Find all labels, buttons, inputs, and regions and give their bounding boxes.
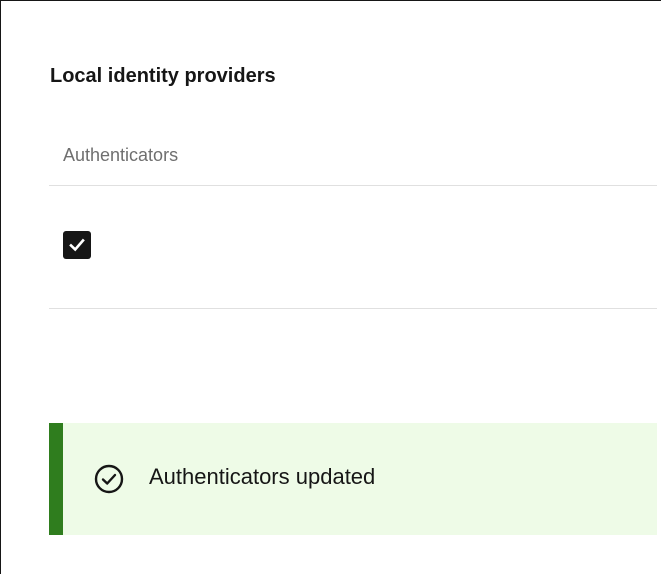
table-row <box>49 186 657 309</box>
authenticator-checkbox[interactable] <box>63 231 91 259</box>
section-title: Local identity providers <box>50 65 276 87</box>
table-header: Authenticators <box>49 127 657 186</box>
success-notification: Authenticators updated <box>49 423 657 535</box>
notification-message: Authenticators updated <box>149 464 376 489</box>
checkmark-outline-icon <box>94 464 124 494</box>
authenticators-table: Authenticators <box>49 127 657 309</box>
column-header-authenticators: Authenticators <box>63 145 179 165</box>
checkmark-icon <box>69 238 85 252</box>
content-frame: Local identity providers Authenticators … <box>0 0 661 574</box>
